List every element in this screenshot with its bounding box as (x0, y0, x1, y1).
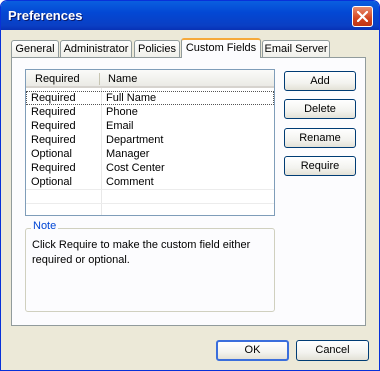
note-title: Note (31, 220, 59, 232)
title-bar[interactable]: Preferences (1, 1, 379, 30)
tab-general[interactable]: General (11, 40, 59, 57)
row-required: Optional (31, 176, 72, 188)
row-name: Manager (106, 148, 150, 160)
tab-custom-fields[interactable]: Custom Fields (181, 38, 261, 58)
custom-fields-list[interactable]: Required Name Required Full Name Require… (25, 69, 275, 216)
window-title: Preferences (8, 8, 83, 23)
empty-row-line (26, 189, 274, 190)
row-name: Email (106, 120, 134, 132)
row-name: Phone (106, 106, 138, 118)
table-row[interactable]: Required Full Name (26, 91, 274, 105)
row-required: Required (31, 106, 76, 118)
close-button[interactable] (352, 6, 373, 27)
tab-administrator[interactable]: Administrator (60, 40, 132, 57)
row-name: Department (106, 134, 164, 146)
list-header: Required Name (26, 70, 274, 88)
close-icon (357, 11, 368, 22)
row-required: Optional (31, 148, 72, 160)
delete-button[interactable]: Delete (284, 99, 356, 119)
column-header-name[interactable]: Name (108, 73, 137, 85)
column-separator[interactable] (99, 73, 100, 85)
row-required: Required (31, 162, 76, 174)
table-row[interactable]: Required Department (26, 133, 274, 147)
row-name: Comment (106, 176, 154, 188)
table-row[interactable]: Required Email (26, 119, 274, 133)
row-name: Full Name (106, 92, 157, 104)
rename-button[interactable]: Rename (284, 128, 356, 148)
table-row[interactable]: Required Cost Center (26, 161, 274, 175)
table-row[interactable]: Required Phone (26, 105, 274, 119)
ok-button[interactable]: OK (216, 340, 289, 361)
note-text: Click Require to make the custom field e… (32, 239, 251, 266)
table-row[interactable]: Optional Manager (26, 147, 274, 161)
cancel-button[interactable]: Cancel (296, 340, 369, 361)
tab-email-server[interactable]: Email Server (262, 40, 330, 57)
column-header-required[interactable]: Required (35, 73, 80, 85)
row-required: Required (31, 120, 76, 132)
require-button[interactable]: Require (284, 156, 356, 176)
add-button[interactable]: Add (284, 71, 356, 91)
row-required: Required (31, 92, 76, 104)
table-row[interactable]: Optional Comment (26, 175, 274, 189)
row-required: Required (31, 134, 76, 146)
tab-policies[interactable]: Policies (134, 40, 180, 57)
row-name: Cost Center (106, 162, 165, 174)
empty-row-line (26, 203, 274, 204)
